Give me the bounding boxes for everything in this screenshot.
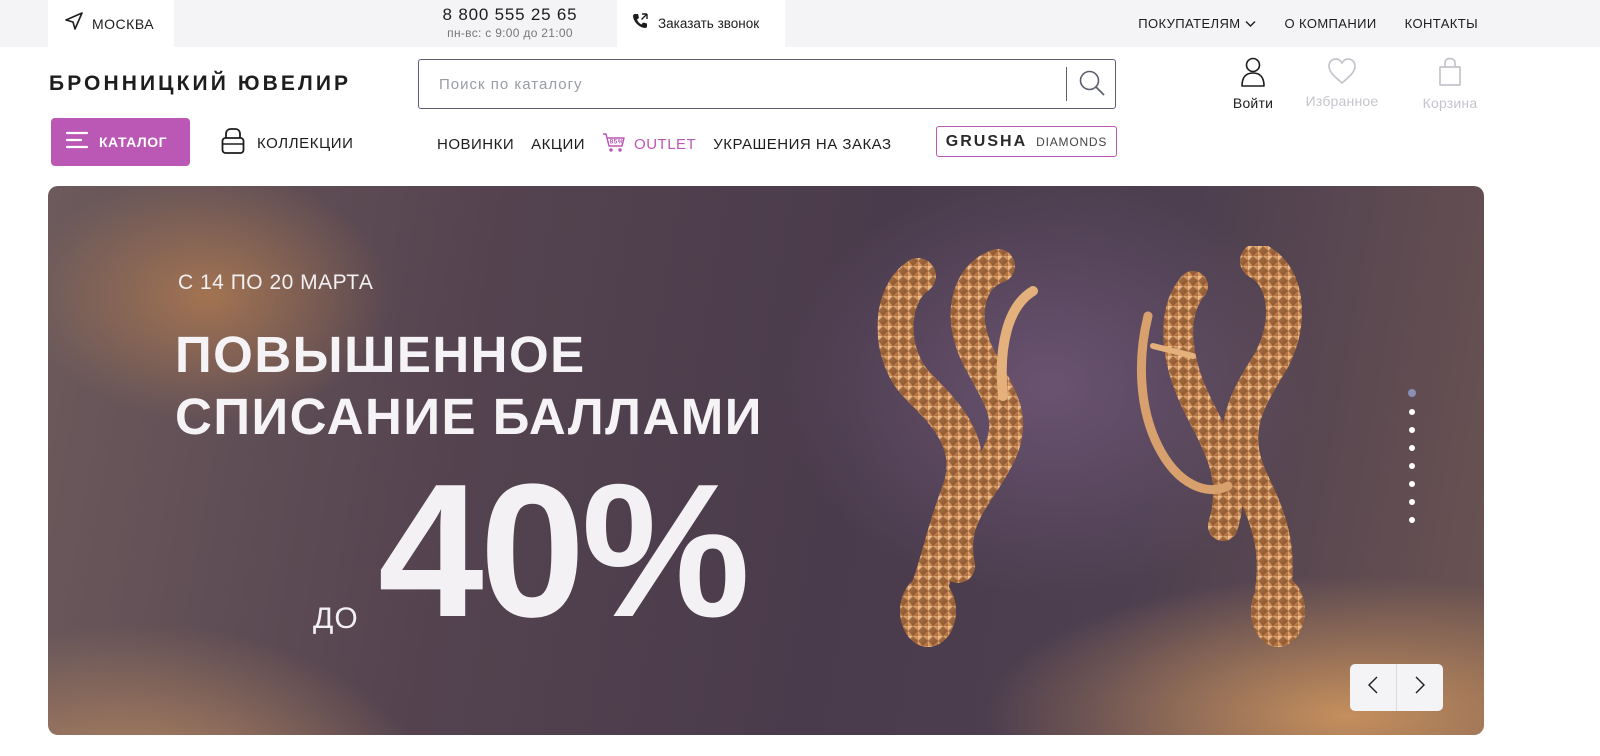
favorites-label: Избранное — [1305, 93, 1379, 109]
callback-label: Заказать звонок — [658, 16, 760, 31]
chevron-right-icon — [1414, 675, 1426, 700]
phone-block: 8 800 555 25 65 пн-вс: с 9:00 до 21:00 — [425, 5, 595, 40]
user-icon — [1240, 57, 1266, 92]
banner-dates: С 14 ПО 20 МАРТА — [178, 271, 374, 294]
grusha-diamonds-link[interactable]: GRUSHA DIAMONDS — [936, 126, 1117, 157]
slider-dot[interactable] — [1409, 409, 1415, 415]
slider-dot[interactable] — [1409, 517, 1415, 523]
working-hours: пн-вс: с 9:00 до 21:00 — [447, 26, 573, 40]
nav-custom-jewelry[interactable]: УКРАШЕНИЯ НА ЗАКАЗ — [713, 136, 891, 153]
cart-button[interactable]: Корзина — [1410, 57, 1490, 111]
nav-outlet[interactable]: -85% OUTLET — [602, 131, 696, 157]
banner-headline: ПОВЫШЕННОЕ СПИСАНИЕ БАЛЛАМИ — [175, 324, 763, 448]
nav-new[interactable]: НОВИНКИ — [437, 136, 514, 153]
phone-number[interactable]: 8 800 555 25 65 — [425, 5, 595, 25]
slider-dot[interactable] — [1409, 445, 1415, 451]
right-earring — [1136, 246, 1305, 647]
collections-label: КОЛЛЕКЦИИ — [257, 135, 354, 152]
search-divider — [1066, 67, 1067, 101]
banner-percent: 40% — [378, 445, 750, 657]
slider-dot[interactable] — [1408, 389, 1416, 397]
next-slide-button[interactable] — [1397, 664, 1443, 711]
location-arrow-icon — [64, 11, 84, 36]
site-logo[interactable]: БРОННИЦКИЙ ЮВЕЛИР — [49, 72, 351, 96]
outlet-cart-icon: -85% — [602, 131, 626, 157]
left-earring — [877, 249, 1038, 647]
promo-banner[interactable]: С 14 ПО 20 МАРТА ПОВЫШЕННОЕ СПИСАНИЕ БАЛ… — [48, 186, 1484, 735]
banner-headline-line1: ПОВЫШЕННОЕ — [175, 326, 586, 383]
top-nav-buyers-label: ПОКУПАТЕЛЯМ — [1138, 16, 1241, 31]
slider-dot[interactable] — [1409, 427, 1415, 433]
collections-box-icon — [220, 127, 246, 160]
callback-button[interactable]: Заказать звонок — [617, 0, 785, 47]
nav-outlet-label: OUTLET — [634, 135, 697, 153]
banner-upto: ДО — [313, 602, 359, 635]
cart-label: Корзина — [1422, 95, 1478, 111]
menu-icon — [65, 130, 89, 155]
top-nav-about[interactable]: О КОМПАНИИ — [1284, 16, 1376, 31]
slider-dot[interactable] — [1409, 463, 1415, 469]
diamonds-label: DIAMONDS — [1036, 134, 1108, 149]
heart-icon — [1327, 57, 1357, 90]
top-nav-buyers[interactable]: ПОКУПАТЕЛЯМ — [1138, 16, 1256, 31]
outlet-badge: -85% — [607, 139, 624, 146]
search-button[interactable] — [1075, 68, 1109, 102]
search-icon — [1078, 69, 1106, 102]
top-bar: МОСКВА 8 800 555 25 65 пн-вс: с 9:00 до … — [0, 0, 1600, 47]
favorites-button[interactable]: Избранное — [1300, 57, 1384, 109]
catalog-label: КАТАЛОГ — [99, 134, 168, 150]
slider-dots — [1408, 389, 1416, 523]
search-input[interactable] — [419, 60, 1067, 108]
slider-arrows — [1350, 664, 1443, 711]
nav-sales[interactable]: АКЦИИ — [531, 136, 585, 153]
grusha-label: GRUSHA — [945, 132, 1028, 150]
catalog-button[interactable]: КАТАЛОГ — [51, 118, 190, 166]
top-nav-contacts[interactable]: КОНТАКТЫ — [1405, 16, 1478, 31]
chevron-left-icon — [1367, 675, 1379, 700]
shopping-bag-icon — [1437, 57, 1463, 92]
phone-call-icon — [631, 12, 649, 35]
slider-dot[interactable] — [1409, 499, 1415, 505]
city-name: МОСКВА — [92, 15, 155, 32]
slider-dot[interactable] — [1409, 481, 1415, 487]
login-label: Войти — [1232, 95, 1274, 111]
prev-slide-button[interactable] — [1350, 664, 1396, 711]
search-box — [418, 59, 1116, 109]
main-nav: НОВИНКИ АКЦИИ -85% OUTLET УКРАШЕНИЯ НА З… — [437, 131, 892, 157]
chevron-down-icon — [1245, 16, 1256, 31]
login-button[interactable]: Войти — [1218, 57, 1288, 111]
collections-link[interactable]: КОЛЛЕКЦИИ — [220, 127, 354, 160]
city-selector[interactable]: МОСКВА — [48, 0, 174, 47]
earrings-image — [877, 246, 1305, 647]
top-nav: ПОКУПАТЕЛЯМ О КОМПАНИИ КОНТАКТЫ — [1138, 0, 1478, 47]
banner-headline-line2: СПИСАНИЕ БАЛЛАМИ — [175, 388, 763, 445]
